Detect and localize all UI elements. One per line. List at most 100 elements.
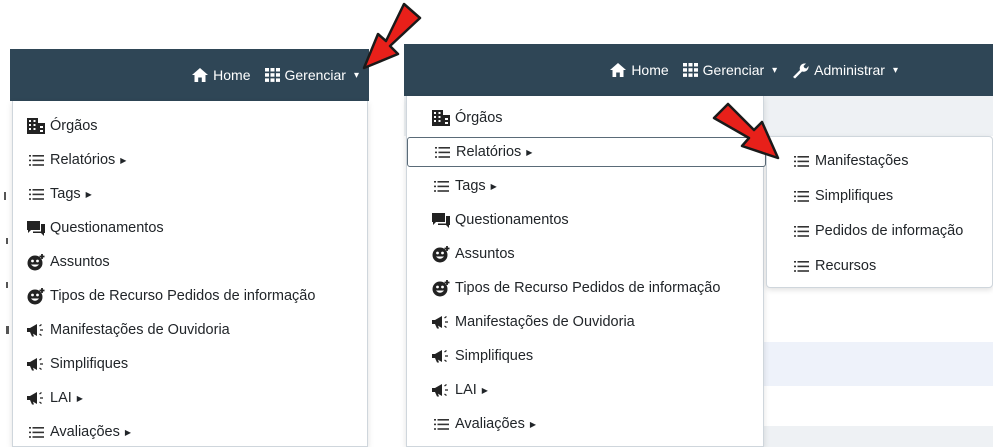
menu-right-item-label: LAI: [455, 382, 477, 398]
menu-right-item[interactable]: LAI ▶: [407, 375, 763, 405]
navbar-right: Home Gerenciar ▾ Administrar ▾: [404, 44, 993, 96]
menu-right-item-label: Órgãos: [455, 110, 503, 126]
home-label: Home: [213, 67, 251, 83]
menu-left-item[interactable]: Tags ▶: [13, 179, 367, 209]
menu-left-item[interactable]: Avaliações ▶: [13, 417, 367, 447]
chevron-right-icon: ▶: [120, 155, 127, 165]
chevron-right-icon: ▶: [481, 385, 488, 395]
background-fragment: [6, 238, 8, 244]
menu-right-item-label: Questionamentos: [455, 212, 569, 228]
submenu-item[interactable]: Simplifiques: [767, 181, 992, 211]
megaphone-icon: [26, 357, 46, 371]
background-fragment: [6, 282, 8, 288]
grid-icon: [264, 68, 280, 82]
chevron-right-icon: ▶: [490, 181, 497, 191]
megaphone-icon: [26, 391, 46, 405]
face-icon: [431, 245, 451, 263]
menu-left-item-label: Questionamentos: [50, 220, 164, 236]
administrar-label: Administrar: [814, 62, 885, 78]
menu-left-item[interactable]: Questionamentos: [13, 213, 367, 243]
menu-right-item[interactable]: Questionamentos: [407, 205, 763, 235]
submenu-item-label: Pedidos de informação: [815, 223, 964, 239]
submenu-item[interactable]: Manifestações: [767, 146, 992, 176]
menu-left-item[interactable]: Simplifiques: [13, 349, 367, 379]
page-band: [760, 426, 993, 447]
chevron-right-icon: ▶: [85, 189, 92, 199]
megaphone-icon: [26, 323, 46, 337]
menu-right-item-label: Relatórios: [456, 144, 522, 160]
menu-left-item-label: Tipos de Recurso Pedidos de informação: [50, 288, 316, 304]
menu-right-item[interactable]: Avaliações ▶: [407, 409, 763, 439]
menu-left-item-label: LAI: [50, 390, 72, 406]
chevron-down-icon: ▾: [772, 64, 778, 76]
menu-right-item-label: Tipos de Recurso Pedidos de informação: [455, 280, 721, 296]
menu-right-item[interactable]: Assuntos: [407, 239, 763, 269]
chevron-right-icon: ▶: [124, 427, 132, 437]
submenu-item-label: Simplifiques: [815, 188, 894, 204]
face-icon: [431, 279, 451, 297]
building-icon: [431, 110, 451, 126]
gerenciar-dropdown[interactable]: Gerenciar ▾: [264, 67, 359, 83]
chat-icon: [26, 220, 46, 236]
menu-right-item-label: Simplifiques: [455, 348, 534, 364]
submenu-item[interactable]: Pedidos de informação: [767, 216, 992, 246]
list-icon: [431, 180, 451, 192]
menu-right-item[interactable]: Simplifiques: [407, 341, 763, 371]
list-icon: [26, 426, 46, 438]
menu-left-item[interactable]: Tipos de Recurso Pedidos de informação: [13, 281, 367, 311]
home-link[interactable]: Home: [192, 67, 251, 83]
menu-right-item[interactable]: Manifestações de Ouvidoria: [407, 307, 763, 337]
gerenciar-label: Gerenciar: [702, 62, 765, 78]
red-arrow-icon: [362, 2, 422, 70]
list-icon: [431, 418, 451, 430]
grid-icon: [682, 63, 698, 77]
menu-left-item[interactable]: Relatórios ▶: [13, 145, 367, 175]
list-icon: [26, 188, 46, 200]
chevron-down-icon: ▾: [892, 64, 898, 76]
chevron-right-icon: ▶: [529, 419, 537, 429]
menu-right-item-label: Assuntos: [455, 246, 515, 262]
menu-left-item-label: Tags: [50, 186, 81, 202]
menu-left-item-label: Relatórios: [50, 152, 116, 168]
page-band: [760, 342, 993, 386]
wrench-icon: [793, 63, 809, 78]
megaphone-icon: [431, 349, 451, 363]
chevron-right-icon: ▶: [76, 393, 83, 403]
list-icon: [791, 190, 811, 202]
menu-left-item[interactable]: Órgãos: [13, 111, 367, 141]
home-icon: [192, 68, 209, 82]
home-link[interactable]: Home: [610, 62, 669, 78]
submenu-item-label: Manifestações: [815, 153, 909, 169]
menu-left-item-label: Manifestações de Ouvidoria: [50, 322, 230, 338]
list-icon: [791, 260, 811, 272]
menu-right-item[interactable]: Tags ▶: [407, 171, 763, 201]
relatorios-submenu: Manifestações Simplifiques Pedidos de info…: [766, 136, 993, 288]
submenu-item-label: Recursos: [815, 258, 877, 274]
menu-left-item[interactable]: LAI ▶: [13, 383, 367, 413]
gerenciar-dropdown[interactable]: Gerenciar ▾: [682, 62, 778, 78]
background-fragment: [4, 192, 6, 200]
menu-right-item-label: Avaliações: [455, 416, 525, 432]
administrar-dropdown[interactable]: Administrar ▾: [791, 62, 898, 79]
menu-left-item[interactable]: Assuntos: [13, 247, 367, 277]
menu-left-item-label: Assuntos: [50, 254, 110, 270]
chat-icon: [431, 212, 451, 228]
red-arrow-icon: [712, 102, 780, 160]
list-icon: [432, 146, 452, 158]
menu-left-item-label: Avaliações: [50, 424, 120, 440]
menu-right-item[interactable]: Tipos de Recurso Pedidos de informação: [407, 273, 763, 303]
list-icon: [791, 155, 811, 167]
menu-right-item-label: Tags: [455, 178, 486, 194]
background-fragment: [6, 326, 9, 334]
gerenciar-label: Gerenciar: [284, 67, 346, 83]
menu-left-item-label: Simplifiques: [50, 356, 129, 372]
navbar-left: Home Gerenciar ▾: [10, 49, 369, 101]
home-label: Home: [631, 62, 669, 78]
building-icon: [26, 118, 46, 134]
gerenciar-menu-left: Órgãos Relatórios ▶ Tags ▶ Questionamentos Ass…: [12, 101, 368, 447]
submenu-item[interactable]: Recursos: [767, 251, 992, 281]
chevron-right-icon: ▶: [526, 147, 533, 157]
face-icon: [26, 253, 46, 271]
menu-left-item[interactable]: Manifestações de Ouvidoria: [13, 315, 367, 345]
megaphone-icon: [431, 315, 451, 329]
